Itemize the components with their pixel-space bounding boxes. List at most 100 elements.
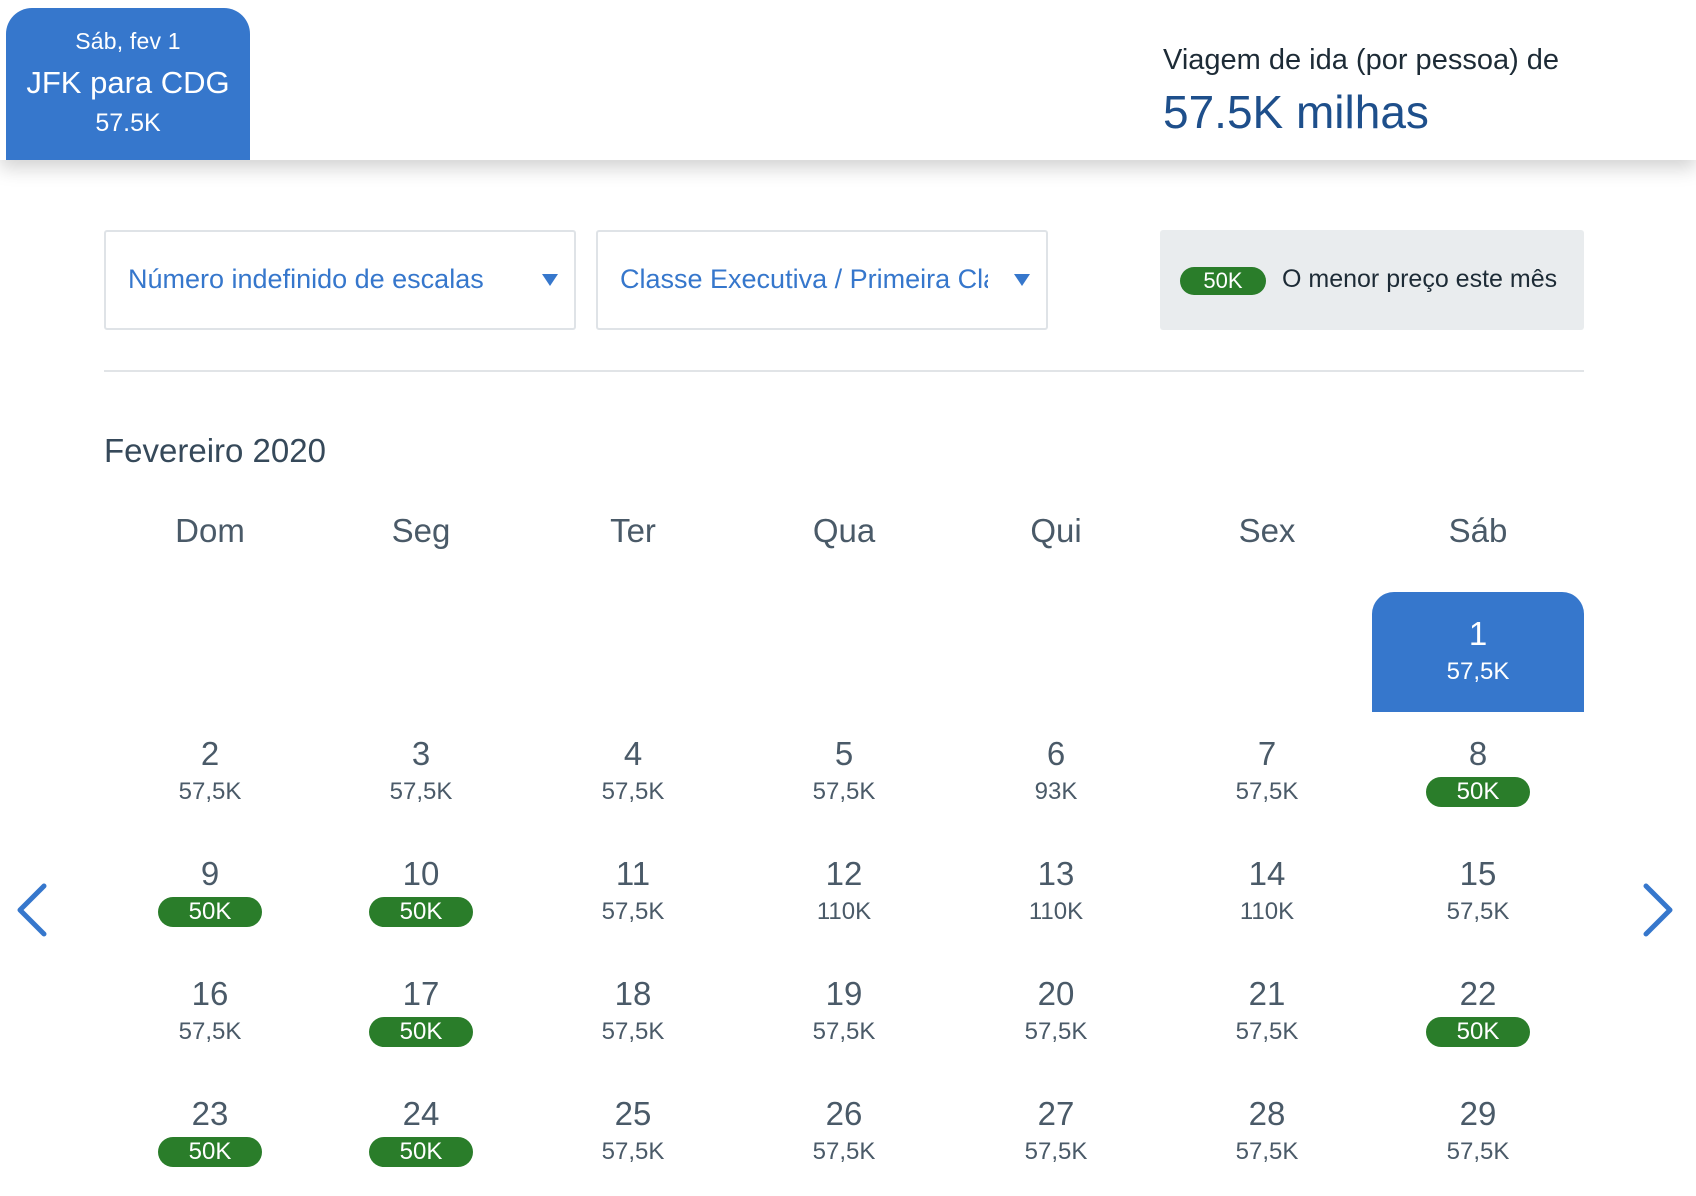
day-number: 18 xyxy=(614,975,652,1012)
calendar-day[interactable]: 14 110K xyxy=(1161,832,1373,952)
caret-down-icon xyxy=(542,274,558,286)
calendar-day[interactable]: 23 50K xyxy=(104,1072,316,1192)
day-number: 29 xyxy=(1459,1095,1497,1132)
day-price: 57,5K xyxy=(601,778,665,805)
chevron-left-icon xyxy=(17,883,47,937)
legend-text: O menor preço este mês xyxy=(1282,265,1558,293)
day-price: 57,5K xyxy=(1024,1018,1088,1045)
calendar-day[interactable]: 11 57,5K xyxy=(527,832,739,952)
lowest-price-legend: 50K O menor preço este mês xyxy=(1160,230,1584,330)
lowest-price-badge: 50K xyxy=(158,1137,262,1167)
calendar-day[interactable]: 24 50K xyxy=(315,1072,527,1192)
calendar-day[interactable]: 12 110K xyxy=(738,832,950,952)
day-number: 3 xyxy=(411,735,431,772)
cabin-select-value: Classe Executiva / Primeira Classe xyxy=(620,264,988,294)
day-number: 22 xyxy=(1459,975,1497,1012)
trip-tab[interactable]: Sáb, fev 1 JFK para CDG 57.5K xyxy=(6,8,250,160)
day-price: 57,5K xyxy=(1446,1138,1510,1165)
day-number: 12 xyxy=(825,855,863,892)
lowest-price-badge: 50K xyxy=(369,1137,473,1167)
lowest-price-badge: 50K xyxy=(369,1017,473,1047)
calendar-day[interactable]: 19 57,5K xyxy=(738,952,950,1072)
day-number: 4 xyxy=(623,735,643,772)
header: Sáb, fev 1 JFK para CDG 57.5K Viagem de … xyxy=(0,0,1696,160)
chevron-right-icon xyxy=(1643,883,1673,937)
calendar-day-selected[interactable]: 1 57,5K xyxy=(1372,592,1584,712)
prev-month-button[interactable] xyxy=(12,880,52,940)
stops-select[interactable]: Número indefinido de escalas xyxy=(104,230,576,330)
day-price: 57,5K xyxy=(1446,898,1510,925)
day-number: 2 xyxy=(200,735,220,772)
fare-label: Viagem de ida (por pessoa) de xyxy=(1163,44,1560,76)
divider xyxy=(104,370,1584,372)
day-price: 57,5K xyxy=(1235,778,1299,805)
weekday-label: Seg xyxy=(391,512,451,549)
calendar-day[interactable]: 22 50K xyxy=(1372,952,1584,1072)
day-number: 20 xyxy=(1037,975,1075,1012)
day-number: 5 xyxy=(834,735,854,772)
day-number: 19 xyxy=(825,975,863,1012)
calendar-day[interactable]: 9 50K xyxy=(104,832,316,952)
legend-badge: 50K xyxy=(1180,267,1266,295)
calendar-day[interactable]: 27 57,5K xyxy=(950,1072,1162,1192)
day-number: 9 xyxy=(200,855,220,892)
calendar-day[interactable]: 20 57,5K xyxy=(950,952,1162,1072)
day-number: 8 xyxy=(1468,735,1488,772)
day-number: 14 xyxy=(1248,855,1286,892)
calendar-day[interactable]: 29 57,5K xyxy=(1372,1072,1584,1192)
calendar-day[interactable]: 3 57,5K xyxy=(315,712,527,832)
day-price: 57,5K xyxy=(601,1018,665,1045)
calendar-day[interactable]: 10 50K xyxy=(315,832,527,952)
calendar-day[interactable]: 25 57,5K xyxy=(527,1072,739,1192)
day-price: 57,5K xyxy=(812,778,876,805)
trip-date: Sáb, fev 1 xyxy=(75,28,181,54)
calendar-day[interactable]: 26 57,5K xyxy=(738,1072,950,1192)
lowest-price-badge: 50K xyxy=(1426,777,1530,807)
day-number: 27 xyxy=(1037,1095,1075,1132)
day-number: 23 xyxy=(191,1095,229,1132)
stops-select-value: Número indefinido de escalas xyxy=(128,264,484,294)
calendar-day[interactable]: 21 57,5K xyxy=(1161,952,1373,1072)
lowest-price-badge: 50K xyxy=(369,897,473,927)
day-number: 21 xyxy=(1248,975,1286,1012)
next-month-button[interactable] xyxy=(1638,880,1678,940)
weekday-label: Dom xyxy=(175,512,245,549)
day-number: 7 xyxy=(1257,735,1277,772)
calendar-day[interactable]: 7 57,5K xyxy=(1161,712,1373,832)
calendar-day[interactable]: 28 57,5K xyxy=(1161,1072,1373,1192)
weekday-label: Ter xyxy=(610,512,656,549)
cabin-select[interactable]: Classe Executiva / Primeira Classe xyxy=(596,230,1048,330)
calendar-day[interactable]: 6 93K xyxy=(950,712,1162,832)
trip-price: 57.5K xyxy=(95,109,161,137)
calendar-day[interactable]: 16 57,5K xyxy=(104,952,316,1072)
day-price: 57,5K xyxy=(812,1018,876,1045)
weekday-label: Sex xyxy=(1238,512,1296,549)
day-price: 110K xyxy=(1028,898,1084,925)
day-number: 6 xyxy=(1046,735,1066,772)
calendar-day[interactable]: 18 57,5K xyxy=(527,952,739,1072)
weekday-label: Qui xyxy=(1030,512,1082,549)
calendar-day[interactable]: 2 57,5K xyxy=(104,712,316,832)
caret-down-icon xyxy=(1014,274,1030,286)
calendar-day[interactable]: 4 57,5K xyxy=(527,712,739,832)
calendar-day[interactable]: 15 57,5K xyxy=(1372,832,1584,952)
day-number: 17 xyxy=(402,975,440,1012)
day-price: 110K xyxy=(816,898,872,925)
day-number: 13 xyxy=(1037,855,1075,892)
calendar-day[interactable]: 5 57,5K xyxy=(738,712,950,832)
day-price: 57,5K xyxy=(1024,1138,1088,1165)
day-price: 57,5K xyxy=(601,898,665,925)
day-price: 57,5K xyxy=(601,1138,665,1165)
day-number: 26 xyxy=(825,1095,863,1132)
month-title: Fevereiro 2020 xyxy=(104,432,326,469)
calendar-day[interactable]: 13 110K xyxy=(950,832,1162,952)
day-number: 10 xyxy=(402,855,440,892)
fare-summary: Viagem de ida (por pessoa) de 57.5K milh… xyxy=(1163,44,1559,139)
calendar-day[interactable]: 8 50K xyxy=(1372,712,1584,832)
day-number: 25 xyxy=(614,1095,652,1132)
day-number: 11 xyxy=(615,855,651,892)
day-price: 93K xyxy=(1034,778,1078,805)
calendar-day[interactable]: 17 50K xyxy=(315,952,527,1072)
day-price: 57,5K xyxy=(178,1018,242,1045)
day-price: 57,5K xyxy=(1235,1018,1299,1045)
